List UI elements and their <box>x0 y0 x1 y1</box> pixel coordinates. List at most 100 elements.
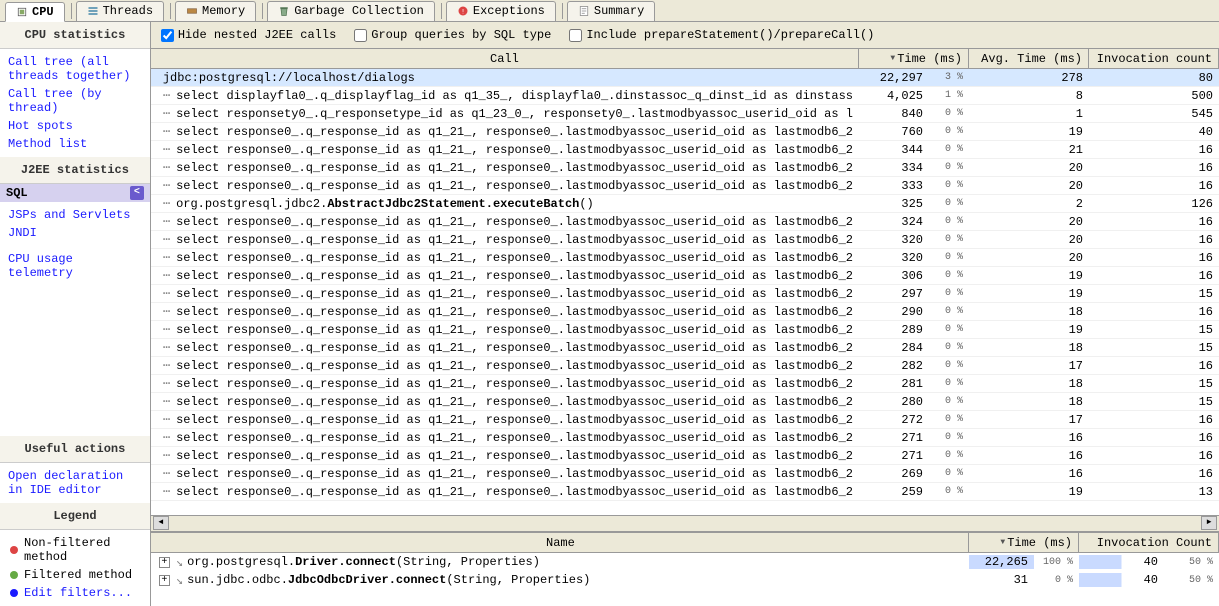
checkbox-group-queries[interactable]: Group queries by SQL type <box>354 28 551 42</box>
table-row[interactable]: ⋯select response0_.q_response_id as q1_2… <box>151 123 1219 141</box>
table-row[interactable]: ⋯ select response0_.q_response_id as q1_2… <box>151 141 1219 159</box>
cell-time: 334 <box>859 161 929 175</box>
th-inv[interactable]: Invocation count <box>1089 49 1219 68</box>
cell-pct: 3 % <box>929 72 969 83</box>
tab-exceptions[interactable]: !Exceptions <box>446 1 556 21</box>
call-text: select response0_.q_response_id as q1_21… <box>176 449 853 463</box>
cell-time: 22,297 <box>859 71 929 85</box>
cell-pct: 0 % <box>929 360 969 371</box>
cell-time: 840 <box>859 107 929 121</box>
tree-dash-icon: ⋯ <box>163 160 170 175</box>
cell-inv: 16 <box>1089 449 1219 463</box>
th-call[interactable]: Call <box>151 49 859 68</box>
tab-label: CPU <box>32 5 54 19</box>
call-text: select response0_.q_response_id as q1_21… <box>176 413 853 427</box>
table-row[interactable]: ⋯select displayfla0_.q_displayflag_id as… <box>151 87 1219 105</box>
table-row[interactable]: ⋯select response0_.q_response_id as q1_2… <box>151 177 1219 195</box>
cell-time: 333 <box>859 179 929 193</box>
cell-time: 284 <box>859 341 929 355</box>
table-row[interactable]: ⋯org.postgresql.jdbc2.AbstractJdbc2State… <box>151 195 1219 213</box>
call-text: select response0_.q_response_id as q1_21… <box>176 269 853 283</box>
table-row[interactable]: ⋯select response0_.q_response_id as q1_2… <box>151 231 1219 249</box>
cell-pct: 0 % <box>929 450 969 461</box>
tab-garbage-collection[interactable]: Garbage Collection <box>267 1 435 21</box>
th-time[interactable]: Time (ms) <box>859 49 969 68</box>
table-row[interactable]: ⋯select response0_.q_response_id as q1_2… <box>151 249 1219 267</box>
table-row[interactable]: ⋯select response0_.q_response_id as q1_2… <box>151 429 1219 447</box>
checkbox-group-queries-input[interactable] <box>354 29 367 42</box>
cell-inv: 16 <box>1089 179 1219 193</box>
th-avg[interactable]: Avg. Time (ms) <box>969 49 1089 68</box>
tab-cpu[interactable]: CPU <box>5 2 65 22</box>
cell-avg: 2 <box>969 197 1089 211</box>
table-row[interactable]: jdbc:postgresql://localhost/dialogs22,29… <box>151 69 1219 87</box>
cell-time: 31 <box>969 573 1034 587</box>
expand-icon[interactable]: + <box>159 557 170 568</box>
tree-dash-icon: ⋯ <box>163 484 170 499</box>
tab-summary[interactable]: Summary <box>567 1 655 21</box>
cell-pct: 0 % <box>929 342 969 353</box>
sidebar-item-sql[interactable]: SQL < <box>0 184 150 202</box>
sidebar-link[interactable]: Hot spots <box>8 117 142 135</box>
table-row[interactable]: +↘org.postgresql.Driver.connect(String, … <box>151 553 1219 571</box>
th-time[interactable]: Time (ms) <box>969 533 1079 552</box>
table-row[interactable]: ⋯select response0_.q_response_id as q1_2… <box>151 465 1219 483</box>
table-row[interactable]: +↘sun.jdbc.odbc.JdbcOdbcDriver.connect(S… <box>151 571 1219 589</box>
table-row[interactable]: ⋯select response0_.q_response_id as q1_2… <box>151 483 1219 501</box>
checkbox-hide-nested[interactable]: Hide nested J2EE calls <box>161 28 336 42</box>
cell-pct: 0 % <box>929 270 969 281</box>
cell-inv: 15 <box>1089 287 1219 301</box>
sidebar-link[interactable]: JSPs and Servlets <box>8 206 142 224</box>
call-text: select displayfla0_.q_displayflag_id as … <box>176 89 853 103</box>
tree-dash-icon: ⋯ <box>163 304 170 319</box>
table-row[interactable]: ⋯select response0_.q_response_id as q1_2… <box>151 339 1219 357</box>
tree-dash-icon: ⋯ <box>163 430 170 445</box>
cell-pct: 0 % <box>929 378 969 389</box>
call-text: select response0_.q_response_id as q1_21… <box>176 143 853 157</box>
sidebar-link[interactable]: Method list <box>8 135 142 153</box>
sidebar-item-label: SQL <box>6 186 28 200</box>
tab-memory[interactable]: Memory <box>175 1 256 21</box>
sidebar: CPU statistics Call tree (all threads to… <box>0 22 151 606</box>
sidebar-link-telemetry[interactable]: CPU usage telemetry <box>8 250 142 282</box>
sidebar-link[interactable]: JNDI <box>8 224 142 242</box>
table-row[interactable]: ⋯select response0_.q_response_id as q1_2… <box>151 213 1219 231</box>
h-scrollbar[interactable]: ◄ ► <box>151 515 1219 531</box>
legend-item[interactable]: Edit filters... <box>8 584 142 602</box>
sidebar-link[interactable]: Call tree (by thread) <box>8 85 142 117</box>
cell-time: 281 <box>859 377 929 391</box>
cell-avg: 1 <box>969 107 1089 121</box>
tree-dash-icon: ⋯ <box>163 142 170 157</box>
tab-threads[interactable]: Threads <box>76 1 164 21</box>
checkbox-include-prepare-input[interactable] <box>569 29 582 42</box>
table-row[interactable]: ⋯select response0_.q_response_id as q1_2… <box>151 447 1219 465</box>
tree-dash-icon: ⋯ <box>163 358 170 373</box>
table-body[interactable]: jdbc:postgresql://localhost/dialogs22,29… <box>151 69 1219 515</box>
table-row[interactable]: ⋯select responsety0_.q_responsetype_id a… <box>151 105 1219 123</box>
table-row[interactable]: ⋯select response0_.q_response_id as q1_2… <box>151 159 1219 177</box>
cell-timepct: 100 % <box>1034 557 1079 568</box>
call-text: select response0_.q_response_id as q1_21… <box>176 179 853 193</box>
call-text: select responsety0_.q_responsetype_id as… <box>176 107 853 121</box>
table-row[interactable]: ⋯select response0_.q_response_id as q1_2… <box>151 321 1219 339</box>
tree-dash-icon: ⋯ <box>163 412 170 427</box>
table-row[interactable]: ⋯select response0_.q_response_id as q1_2… <box>151 303 1219 321</box>
back-badge-icon[interactable]: < <box>130 186 144 200</box>
table-row[interactable]: ⋯select response0_.q_response_id as q1_2… <box>151 357 1219 375</box>
scroll-left-icon[interactable]: ◄ <box>153 516 169 530</box>
table-row[interactable]: ⋯select response0_.q_response_id as q1_2… <box>151 267 1219 285</box>
table-row[interactable]: ⋯ select response0_.q_response_id as q1_2… <box>151 411 1219 429</box>
table-row[interactable]: ⋯select response0_.q_response_id as q1_2… <box>151 285 1219 303</box>
checkbox-hide-nested-input[interactable] <box>161 29 174 42</box>
scroll-right-icon[interactable]: ► <box>1201 516 1217 530</box>
expand-icon[interactable]: + <box>159 575 170 586</box>
table-row[interactable]: ⋯select response0_.q_response_id as q1_2… <box>151 375 1219 393</box>
sidebar-link[interactable]: Call tree (all threads together) <box>8 53 142 85</box>
th-inv[interactable]: Invocation Count <box>1079 533 1219 552</box>
table-row[interactable]: ⋯select response0_.q_response_id as q1_2… <box>151 393 1219 411</box>
checkbox-include-prepare[interactable]: Include prepareStatement()/prepareCall() <box>569 28 874 42</box>
sidebar-link-open-decl[interactable]: Open declaration in IDE editor <box>8 467 142 499</box>
cell-inv: 15 <box>1089 341 1219 355</box>
th-name[interactable]: Name <box>151 533 969 552</box>
legend-label: Non-filtered method <box>24 536 142 564</box>
